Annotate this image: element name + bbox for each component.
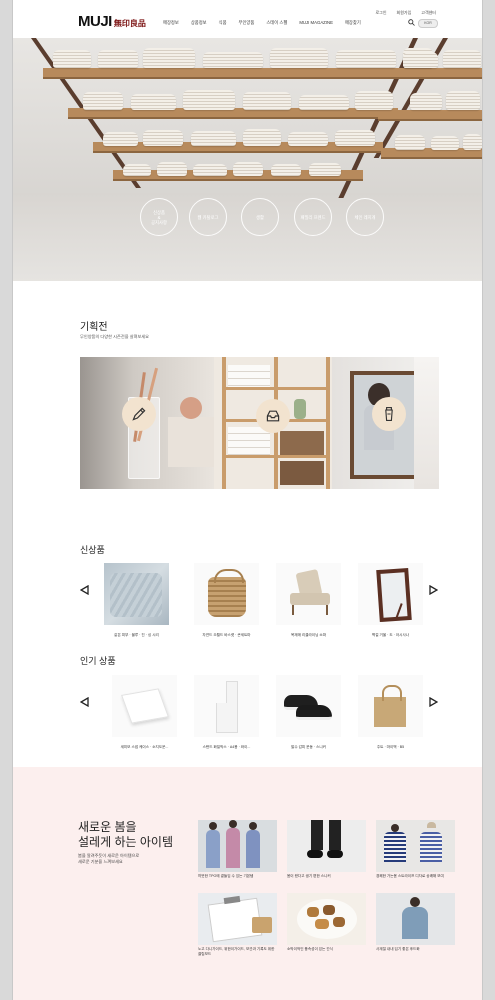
spring-card-image-sneakers[interactable]: [287, 820, 366, 872]
product-card[interactable]: 주트 · 마이백 · B5: [358, 675, 423, 750]
product-name[interactable]: 발수 갑피 운동 · 스니커: [276, 745, 341, 750]
spring-card-image-stripes[interactable]: [376, 820, 455, 872]
shelf-board: [373, 68, 482, 79]
product-card[interactable]: 같은 피부 · 블루 · 진 · 싱 시리: [104, 563, 169, 638]
muji-logo[interactable]: MUJI 無印良品: [78, 14, 146, 29]
nav-item-store-info[interactable]: 매장정보: [163, 20, 179, 26]
spring-card[interactable]: 따뜻한 TPO에 곁들임 수 있는 기본템: [198, 820, 277, 879]
feature-title: 기획전: [80, 322, 108, 333]
product-thumb-file-box[interactable]: [194, 675, 259, 737]
product-name[interactable]: 벽걸 거울 · 도 · 아시사나: [358, 633, 423, 638]
spring-subtitle: 봄을 알려주듯이 새로운 아이템으로 새로운 기분을 느껴보세요: [78, 853, 140, 864]
product-thumb-basket[interactable]: [194, 563, 259, 625]
shelf-board: [43, 68, 428, 79]
feature-panel-skincare[interactable]: [332, 357, 439, 489]
spring-section: [13, 767, 482, 1000]
signup-link[interactable]: 회원가입: [397, 10, 412, 16]
feature-panel-storage[interactable]: [214, 357, 332, 489]
spring-card[interactable]: 봄이 왔다고 생기 편한 스니커: [287, 820, 366, 879]
product-thumb-sneakers[interactable]: [276, 675, 341, 737]
spring-card-text[interactable]: 따뜻한 TPO에 곁들임 수 있는 기본템: [198, 874, 277, 879]
product-card[interactable]: 세미모 스냅 케이스 · 소지도운...: [112, 675, 177, 750]
spring-title-line2: 설레게 하는 아이템: [78, 835, 173, 849]
hero-quick-links: 신상품 & 공지사항 웹 카탈로그 생활 패밀리 프렌드 체인 레지개: [13, 198, 482, 238]
spring-card-text[interactable]: 봄이 왔다고 생기 편한 스니커: [287, 874, 366, 879]
spring-title: 새로운 봄을 설레게 하는 아이템: [78, 820, 173, 850]
quick-link-new-notice[interactable]: 신상품 & 공지사항: [140, 198, 178, 236]
site-header: 로그인 회원가입 고객센터 MUJI 無印良品 매장정보 상품정보 식품 무인양…: [13, 0, 482, 38]
logo-kanji: 無印良品: [113, 19, 146, 28]
spring-card-image-snacks[interactable]: [287, 893, 366, 945]
spring-card-text[interactable]: 사계절 내내 입기 좋은 후드화: [376, 947, 455, 952]
nav-item-stay[interactable]: 스테이 스펠: [266, 20, 287, 26]
language-select[interactable]: KOR: [418, 19, 438, 28]
nav-item-product-info[interactable]: 상품정보: [191, 20, 207, 26]
plate-stack-row: [408, 88, 482, 110]
plate-stack-row: [48, 46, 433, 68]
product-name[interactable]: 세미모 스냅 케이스 · 소지도운...: [112, 745, 177, 750]
spring-card-image-models[interactable]: [198, 820, 277, 872]
tray-icon: [256, 399, 290, 433]
product-card[interactable]: 목재매 리클라이닝 소파: [276, 563, 341, 638]
plate-stack-row: [123, 154, 363, 176]
product-name[interactable]: 자연드 오월드 바스켓 · 큰세트마: [194, 633, 259, 638]
new-products-prev-arrow[interactable]: [79, 584, 89, 598]
popular-products-title: 인기 상품: [80, 656, 116, 666]
product-thumb-shirt[interactable]: [104, 563, 169, 625]
nav-item-magazine[interactable]: MUJI MAGAZINE: [299, 20, 333, 26]
quick-link-web-catalog[interactable]: 웹 카탈로그: [189, 198, 227, 236]
product-card[interactable]: 발수 갑피 운동 · 스니커: [276, 675, 341, 750]
spring-card-text[interactable]: 경쾌한 가는봄 스트라이프 디자로 상쾌해 보여: [376, 874, 455, 879]
product-thumb-sofa[interactable]: [276, 563, 341, 625]
spring-card-image-clipboard[interactable]: [198, 893, 277, 945]
feature-panel-stationery[interactable]: [80, 357, 214, 489]
pen-icon: [122, 397, 156, 431]
spring-card-image-hoodie[interactable]: [376, 893, 455, 945]
spring-card[interactable]: 사계절 내내 입기 좋은 후드화: [376, 893, 455, 952]
product-name[interactable]: 스탠드 화일박스 · A4용 · 와이...: [194, 745, 259, 750]
page-frame: 로그인 회원가입 고객센터 MUJI 無印良品 매장정보 상품정보 식품 무인양…: [13, 0, 482, 1000]
plate-stack-row: [398, 46, 482, 68]
product-card[interactable]: 벽걸 거울 · 도 · 아시사나: [358, 563, 423, 638]
new-products-title: 신상품: [80, 545, 105, 555]
popular-products-next-arrow[interactable]: [429, 696, 439, 710]
main-nav: 매장정보 상품정보 식품 무인양품 스테이 스펠 MUJI MAGAZINE 매…: [163, 20, 361, 26]
quick-link-family-friend[interactable]: 패밀리 프렌드: [294, 198, 332, 236]
product-thumb-jute-bag[interactable]: [358, 675, 423, 737]
new-products-next-arrow[interactable]: [429, 584, 439, 598]
product-name[interactable]: 목재매 리클라이닝 소파: [276, 633, 341, 638]
feature-subtitle: 무인양품의 다양한 시즌전을 살펴보세요: [80, 334, 149, 339]
spring-card[interactable]: 노고 다니가이드, 위한이가이드, 보관과 기록도 위한 클립보드: [198, 893, 277, 957]
login-link[interactable]: 로그인: [375, 10, 386, 16]
spring-card[interactable]: 경쾌한 가는봄 스트라이프 디자로 상쾌해 보여: [376, 820, 455, 879]
utility-links: 로그인 회원가입 고객센터: [375, 10, 436, 16]
shelf-board: [378, 110, 482, 121]
feature-banner[interactable]: [80, 357, 439, 489]
popular-products-prev-arrow[interactable]: [79, 696, 89, 710]
nav-item-muji[interactable]: 무인양품: [239, 20, 255, 26]
plate-stack-row: [393, 128, 482, 150]
spring-card-text[interactable]: 소박이적인 풍속성이 있는 간식: [287, 947, 366, 952]
quick-link-chain[interactable]: 체인 레지개: [346, 198, 384, 236]
quick-link-living[interactable]: 생활: [241, 198, 279, 236]
logo-latin: MUJI: [78, 13, 112, 30]
plate-stack-row: [103, 124, 383, 146]
hero-banner: 신상품 & 공지사항 웹 카탈로그 생활 패밀리 프렌드 체인 레지개: [13, 38, 482, 281]
product-thumb-case[interactable]: [112, 675, 177, 737]
product-name[interactable]: 같은 피부 · 블루 · 진 · 싱 시리: [104, 633, 169, 638]
product-card[interactable]: 자연드 오월드 바스켓 · 큰세트마: [194, 563, 259, 638]
product-name[interactable]: 주트 · 마이백 · B5: [358, 745, 423, 750]
product-thumb-mirror[interactable]: [358, 563, 423, 625]
product-card[interactable]: 스탠드 화일박스 · A4용 · 와이...: [194, 675, 259, 750]
search-icon[interactable]: [408, 19, 415, 28]
lotion-tube-icon: [372, 397, 406, 431]
spring-card-text[interactable]: 노고 다니가이드, 위한이가이드, 보관과 기록도 위한 클립보드: [198, 947, 277, 957]
customer-center-link[interactable]: 고객센터: [421, 10, 436, 16]
spring-title-line1: 새로운 봄을: [78, 820, 137, 834]
plate-stack-row: [83, 88, 393, 110]
spring-card[interactable]: 소박이적인 풍속성이 있는 간식: [287, 893, 366, 952]
nav-item-food[interactable]: 식품: [219, 20, 227, 26]
nav-item-store-finder[interactable]: 매장찾기: [345, 20, 361, 26]
